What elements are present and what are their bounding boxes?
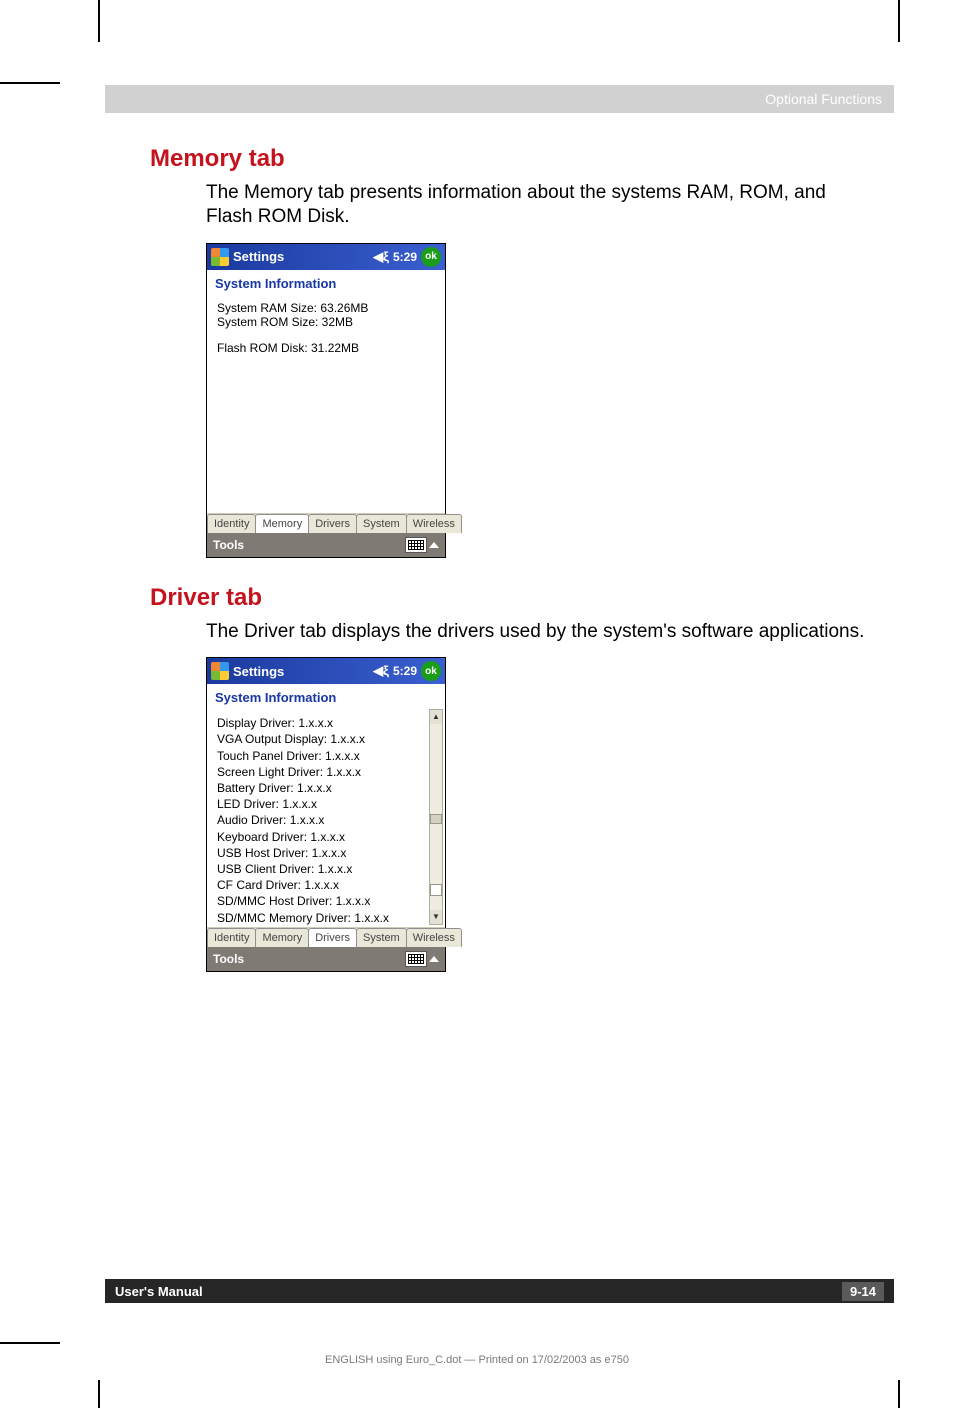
pda-bottom-bar: Tools <box>207 947 445 971</box>
driver-line: Display Driver: 1.x.x.x <box>217 715 425 731</box>
driver-line: Keyboard Driver: 1.x.x.x <box>217 829 425 845</box>
driver-line: VGA Output Display: 1.x.x.x <box>217 731 425 747</box>
windows-logo-icon[interactable] <box>211 248 229 266</box>
footer-left: User's Manual <box>115 1284 203 1299</box>
tab-memory[interactable]: Memory <box>255 928 309 947</box>
pda-content-memory: System RAM Size: 63.26MB System ROM Size… <box>207 293 445 513</box>
pda-titlebar: Settings ◀ξ 5:29 ok <box>207 658 445 684</box>
driver-line: Screen Light Driver: 1.x.x.x <box>217 764 425 780</box>
page-header-bar: Optional Functions <box>105 85 894 113</box>
pda-tabs: Identity Memory Drivers System Wireless <box>207 513 445 533</box>
pda-titlebar: Settings ◀ξ 5:29 ok <box>207 244 445 270</box>
tab-identity[interactable]: Identity <box>207 928 256 947</box>
pda-subtitle: System Information <box>207 270 445 293</box>
pda-tabs: Identity Memory Drivers System Wireless <box>207 927 445 947</box>
scroll-up-icon[interactable]: ▲ <box>430 710 442 724</box>
crop-mark <box>0 1342 60 1344</box>
driver-line: Battery Driver: 1.x.x.x <box>217 780 425 796</box>
ok-button[interactable]: ok <box>421 661 441 681</box>
screenshot-memory: Settings ◀ξ 5:29 ok System Information S… <box>206 243 446 558</box>
crop-mark <box>0 82 60 84</box>
driver-line: Audio Driver: 1.x.x.x <box>217 812 425 828</box>
memory-flash-line: Flash ROM Disk: 31.22MB <box>217 341 435 355</box>
tab-drivers[interactable]: Drivers <box>308 514 357 533</box>
sip-arrow-icon[interactable] <box>429 542 439 548</box>
tab-drivers[interactable]: Drivers <box>308 928 357 947</box>
driver-line: LED Driver: 1.x.x.x <box>217 796 425 812</box>
pda-bottom-bar: Tools <box>207 533 445 557</box>
volume-icon[interactable]: ◀ξ <box>373 663 389 679</box>
clock-time[interactable]: 5:29 <box>393 664 417 678</box>
keyboard-icon[interactable] <box>405 537 427 553</box>
memory-ram-line: System RAM Size: 63.26MB <box>217 301 435 315</box>
tab-wireless[interactable]: Wireless <box>406 928 462 947</box>
volume-icon[interactable]: ◀ξ <box>373 249 389 265</box>
page-footer-bar: User's Manual 9-14 <box>105 1279 894 1303</box>
section-title-driver: Driver tab <box>150 584 874 612</box>
crop-mark <box>98 0 100 42</box>
tools-menu[interactable]: Tools <box>213 538 244 552</box>
scroll-track[interactable] <box>430 724 442 910</box>
sip-arrow-icon[interactable] <box>429 956 439 962</box>
scroll-down-icon[interactable]: ▼ <box>430 910 442 924</box>
tab-wireless[interactable]: Wireless <box>406 514 462 533</box>
print-note: ENGLISH using Euro_C.dot — Printed on 17… <box>0 1354 954 1366</box>
driver-line: CF Card Driver: 1.x.x.x <box>217 877 425 893</box>
screenshot-drivers: Settings ◀ξ 5:29 ok System Information D… <box>206 657 446 972</box>
crop-mark <box>898 0 900 42</box>
windows-logo-icon[interactable] <box>211 662 229 680</box>
section-paragraph-memory: The Memory tab presents information abou… <box>150 181 874 229</box>
driver-line: SD/MMC Host Driver: 1.x.x.x <box>217 893 425 909</box>
tab-system[interactable]: System <box>356 514 407 533</box>
pda-subtitle: System Information <box>207 684 445 707</box>
footer-page-number: 9-14 <box>842 1282 884 1301</box>
section-paragraph-driver: The Driver tab displays the drivers used… <box>150 620 874 644</box>
driver-line: USB Client Driver: 1.x.x.x <box>217 861 425 877</box>
scrollbar[interactable]: ▲ ▼ <box>429 709 443 925</box>
driver-line: IrDA Drvier: 1.x.x.x <box>217 926 425 928</box>
driver-line: SD/MMC Memory Driver: 1.x.x.x <box>217 910 425 926</box>
pda-app-title: Settings <box>233 249 284 264</box>
scroll-thumb[interactable] <box>430 814 442 824</box>
pda-content-drivers: Display Driver: 1.x.x.x VGA Output Displ… <box>207 707 445 927</box>
scroll-tick <box>430 884 442 896</box>
crop-mark <box>98 1380 100 1408</box>
tools-menu[interactable]: Tools <box>213 952 244 966</box>
pda-app-title: Settings <box>233 664 284 679</box>
crop-mark <box>898 1380 900 1408</box>
keyboard-icon[interactable] <box>405 951 427 967</box>
ok-button[interactable]: ok <box>421 247 441 267</box>
tab-system[interactable]: System <box>356 928 407 947</box>
tab-identity[interactable]: Identity <box>207 514 256 533</box>
driver-line: Touch Panel Driver: 1.x.x.x <box>217 748 425 764</box>
tab-memory[interactable]: Memory <box>255 514 309 533</box>
clock-time[interactable]: 5:29 <box>393 250 417 264</box>
section-title-memory: Memory tab <box>150 145 874 173</box>
chapter-label: Optional Functions <box>765 91 882 107</box>
driver-line: USB Host Driver: 1.x.x.x <box>217 845 425 861</box>
memory-rom-line: System ROM Size: 32MB <box>217 315 435 329</box>
